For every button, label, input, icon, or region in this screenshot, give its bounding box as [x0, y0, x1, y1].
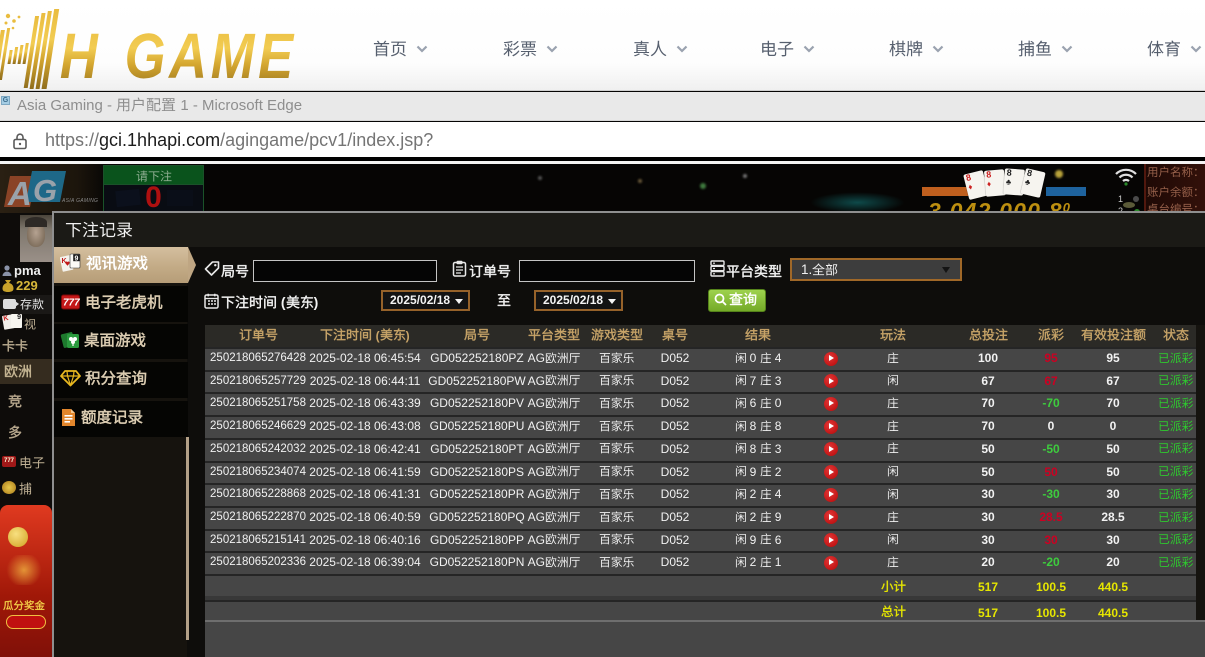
svg-text:ASIA GAMING: ASIA GAMING — [61, 198, 98, 204]
svg-text:H GAME: H GAME — [60, 21, 297, 92]
svg-text:K: K — [62, 258, 67, 265]
svg-text:9: 9 — [75, 256, 79, 263]
svg-text:G: G — [33, 173, 57, 208]
svg-text:777: 777 — [63, 298, 80, 309]
svg-text:A: A — [7, 175, 32, 212]
